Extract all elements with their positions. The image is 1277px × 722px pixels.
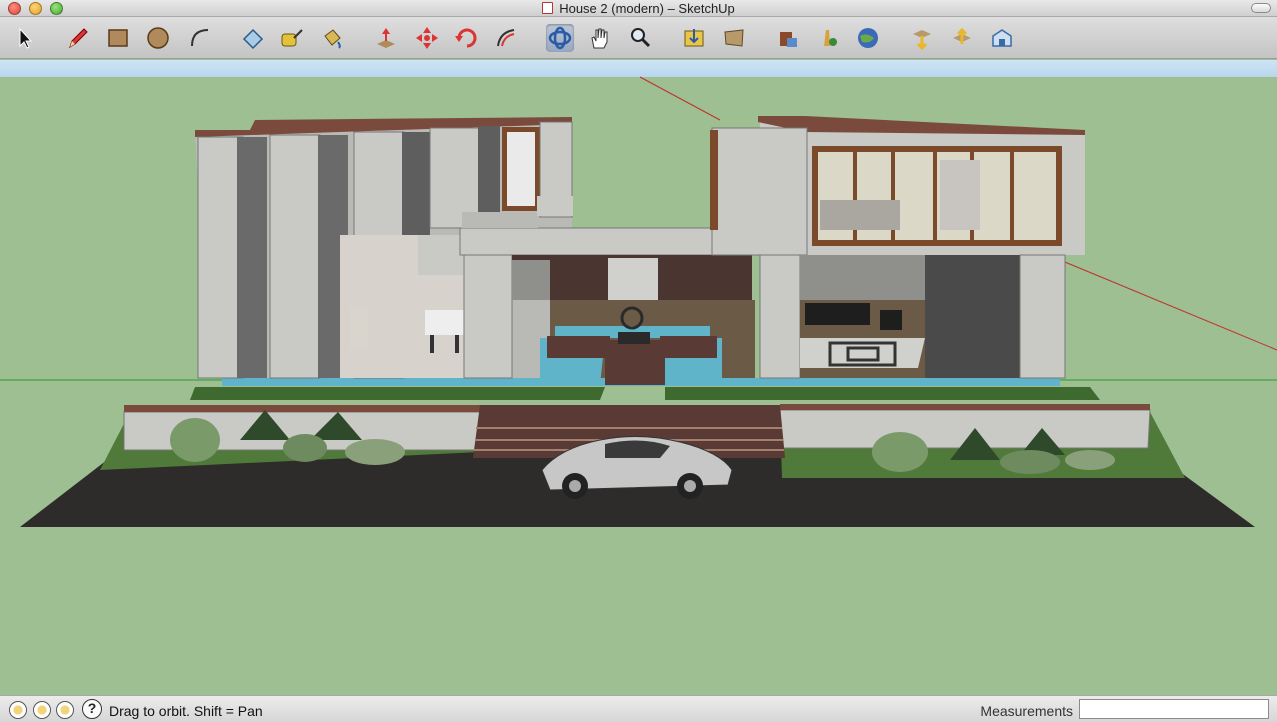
pencil-tool-button[interactable] (64, 24, 92, 52)
main-toolbar (0, 17, 1277, 59)
credits-icon[interactable] (33, 701, 51, 719)
sketchup-window: House 2 (modern) – SketchUp ? Drag to or… (0, 0, 1277, 722)
paint-bucket-tool-button[interactable] (318, 24, 346, 52)
share-component-icon (953, 27, 971, 44)
hand-icon (591, 28, 608, 49)
rectangle-icon (108, 29, 128, 47)
arc-icon (191, 29, 209, 47)
model-viewport[interactable] (0, 60, 1277, 695)
warehouse-icon (780, 32, 797, 47)
globe-icon (858, 28, 878, 48)
stone-wall-left (512, 260, 550, 300)
status-hint-text: Drag to orbit. Shift = Pan (109, 703, 263, 719)
license-icon[interactable] (56, 701, 74, 719)
share-model-tool-button[interactable] (814, 24, 842, 52)
zoom-tool-button[interactable] (626, 24, 654, 52)
eraser-icon (242, 28, 264, 50)
paint-bucket-icon (324, 29, 341, 49)
status-bar: ? Drag to orbit. Shift = Pan Measurement… (0, 695, 1277, 722)
google-earth-tool-button[interactable] (854, 24, 882, 52)
house-model-scene[interactable] (0, 60, 1277, 695)
measurements-label: Measurements (980, 703, 1073, 719)
planter-cap-left (124, 405, 480, 412)
title-bar: House 2 (modern) – SketchUp (0, 0, 1277, 17)
circle-icon (147, 27, 169, 49)
tape-measure-tool-button[interactable] (278, 24, 306, 52)
tape-measure-icon (281, 29, 303, 47)
document-icon (542, 2, 554, 14)
help-icon[interactable]: ? (82, 699, 102, 719)
sofa (805, 303, 870, 325)
components-tool-button[interactable] (988, 24, 1016, 52)
geolocation-icon[interactable] (9, 701, 27, 719)
share-component-tool-button[interactable] (948, 24, 976, 52)
photo-texture-icon (913, 30, 931, 51)
offset-tool-button[interactable] (492, 24, 520, 52)
staircase (608, 258, 658, 300)
push-pull-tool-button[interactable] (372, 24, 400, 52)
previous-view-icon (724, 29, 744, 47)
move-icon (416, 27, 438, 49)
lawn-strip-right (665, 387, 1100, 400)
zoom-extents-tool-button[interactable] (680, 24, 708, 52)
get-models-tool-button[interactable] (774, 24, 802, 52)
orbit-tool-button[interactable] (546, 24, 574, 52)
pencil-icon (69, 28, 88, 49)
window-title: House 2 (modern) – SketchUp (559, 1, 735, 16)
push-pull-icon (377, 28, 395, 48)
share-model-icon (824, 30, 837, 46)
planter-cap-right (780, 404, 1150, 410)
components-icon (992, 29, 1012, 47)
pan-tool-button[interactable] (586, 24, 614, 52)
previous-view-tool-button[interactable] (720, 24, 748, 52)
red-axis-line (639, 76, 721, 121)
move-tool-button[interactable] (413, 24, 441, 52)
arc-tool-button[interactable] (186, 24, 214, 52)
bridge-beam (459, 227, 721, 256)
stone-wall-right (800, 255, 925, 300)
rotate-icon (455, 28, 477, 48)
eraser-tool-button[interactable] (239, 24, 267, 52)
rectangle-tool-button[interactable] (104, 24, 132, 52)
arrow-cursor-icon (19, 27, 33, 49)
toolbar-toggle-button[interactable] (1251, 3, 1271, 13)
red-axis-line-right (1059, 259, 1277, 351)
select-tool-button[interactable] (10, 24, 38, 52)
lounge-chair (880, 310, 902, 330)
zoom-extents-icon (684, 29, 704, 47)
rotate-tool-button[interactable] (453, 24, 481, 52)
window-title-wrap: House 2 (modern) – SketchUp (0, 1, 1277, 16)
get-photo-texture-tool-button[interactable] (908, 24, 936, 52)
circle-tool-button[interactable] (144, 24, 172, 52)
magnifier-icon (631, 28, 651, 48)
measurements-input[interactable] (1079, 699, 1269, 719)
offset-icon (497, 29, 515, 47)
lawn-strip-left (190, 387, 605, 400)
orbit-icon (548, 26, 572, 50)
